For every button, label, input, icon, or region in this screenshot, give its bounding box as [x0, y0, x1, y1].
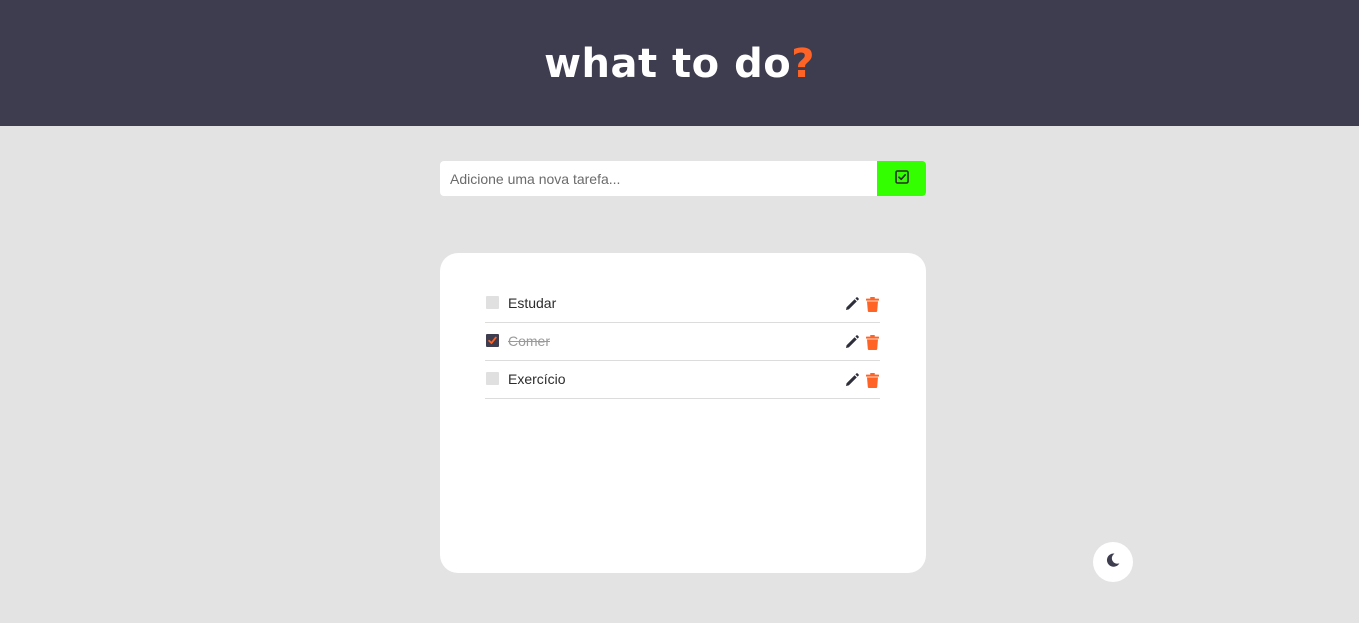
pencil-icon[interactable]: [844, 334, 859, 350]
task-row: Estudar: [485, 285, 880, 323]
task-checkbox[interactable]: [486, 334, 499, 347]
task-actions: [844, 334, 880, 350]
task-label: Comer: [508, 332, 551, 349]
task-label: Estudar: [508, 294, 557, 311]
title-bold: do: [734, 41, 792, 87]
check-square-icon: [894, 170, 909, 187]
add-task-form: [440, 161, 926, 196]
task-checkbox[interactable]: [486, 372, 499, 385]
add-task-button[interactable]: [877, 161, 926, 196]
app-header: what to do?: [0, 0, 1359, 126]
theme-toggle-button[interactable]: [1093, 542, 1133, 582]
trash-icon[interactable]: [865, 372, 880, 388]
task-actions: [844, 372, 880, 388]
trash-icon[interactable]: [865, 334, 880, 350]
trash-icon[interactable]: [865, 296, 880, 312]
task-label: Exercício: [508, 370, 566, 387]
app-title: what to do?: [544, 41, 815, 87]
moon-icon: [1106, 553, 1120, 572]
task-actions: [844, 296, 880, 312]
task-card: Estudar Comer Exercício: [440, 253, 926, 573]
title-question-mark: ?: [791, 41, 815, 87]
task-row: Comer: [485, 323, 880, 361]
task-checkbox[interactable]: [486, 296, 499, 309]
pencil-icon[interactable]: [844, 296, 859, 312]
task-row: Exercício: [485, 361, 880, 399]
pencil-icon[interactable]: [844, 372, 859, 388]
new-task-input[interactable]: [440, 161, 877, 196]
title-light: what to: [544, 41, 735, 87]
task-list: Estudar Comer Exercício: [485, 285, 880, 399]
